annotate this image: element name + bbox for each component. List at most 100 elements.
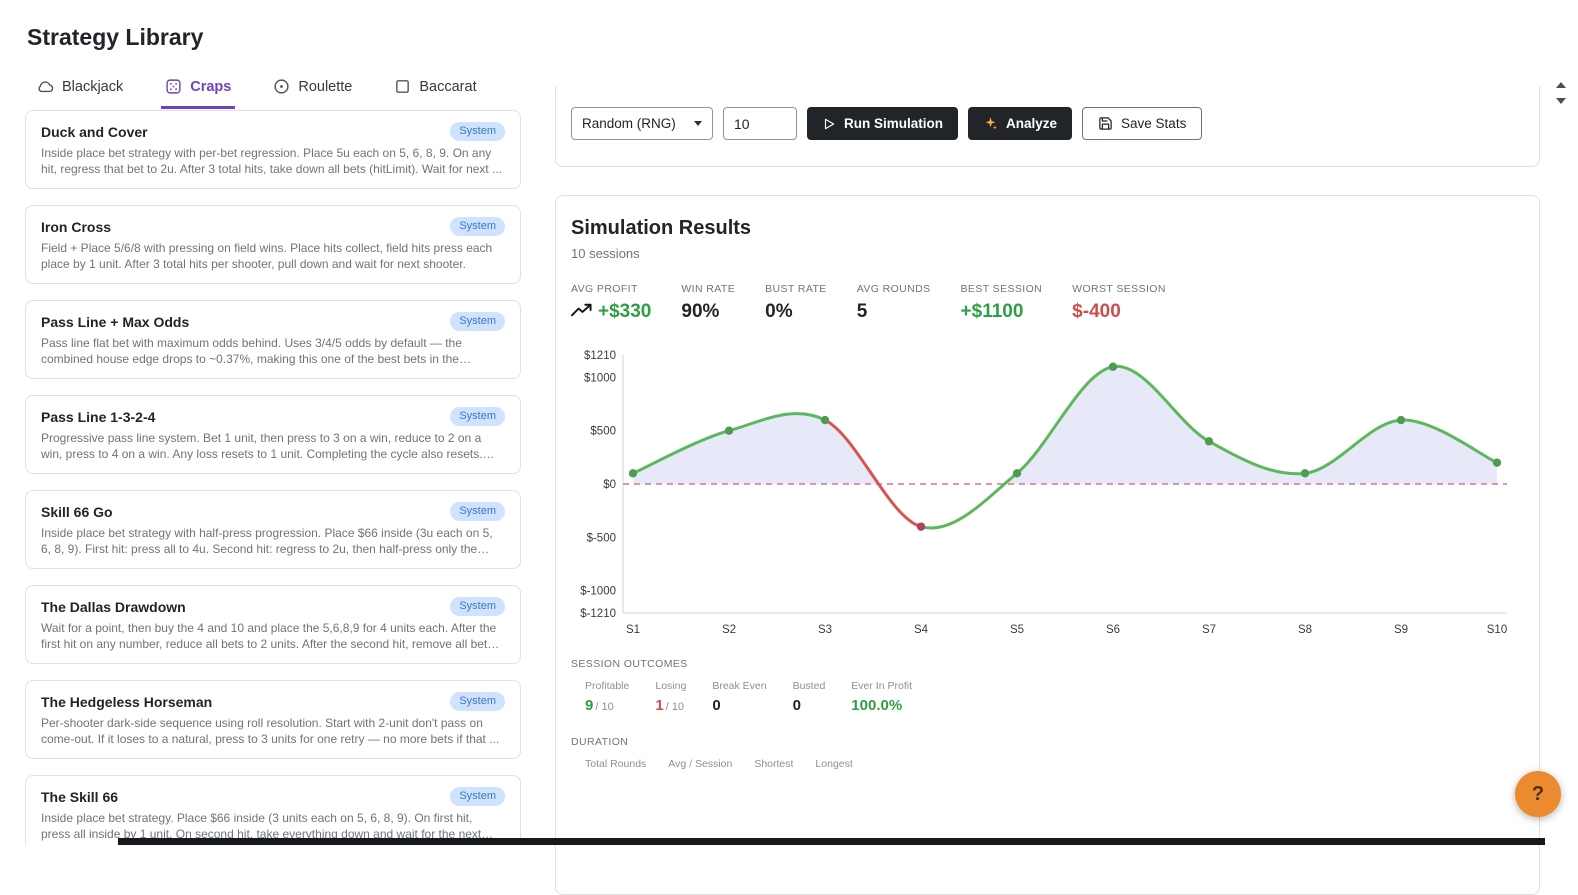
svg-text:S8: S8 xyxy=(1298,624,1312,636)
outcome-value-text: 0 xyxy=(792,697,801,714)
analyze-button[interactable]: Analyze xyxy=(968,107,1073,140)
results-subtitle: 10 sessions xyxy=(571,246,640,261)
outcome: Losing 1/ 10 xyxy=(655,680,686,714)
run-simulation-button[interactable]: Run Simulation xyxy=(807,107,958,140)
stat-label: BEST SESSION xyxy=(960,283,1043,295)
system-badge: System xyxy=(450,407,505,426)
svg-text:$0: $0 xyxy=(603,479,616,491)
svg-text:S9: S9 xyxy=(1394,624,1408,636)
stat: AVG PROFIT +$330 xyxy=(571,283,651,323)
run-simulation-label: Run Simulation xyxy=(844,116,943,131)
outcome-value-text: 100.0% xyxy=(851,697,903,714)
svg-text:S5: S5 xyxy=(1010,624,1024,636)
sessions-input[interactable] xyxy=(723,107,797,140)
system-badge: System xyxy=(450,502,505,521)
stat-value: 90% xyxy=(681,301,735,323)
strategy-card[interactable]: Pass Line 1-3-2-4 System Progressive pas… xyxy=(25,395,521,474)
svg-text:$1000: $1000 xyxy=(584,372,616,384)
strategy-card[interactable]: The Skill 66 System Inside place bet str… xyxy=(25,775,521,845)
strategy-description: Pass line flat bet with maximum odds beh… xyxy=(41,336,462,366)
strategy-description: Field + Place 5/6/8 with pressing on fie… xyxy=(41,241,493,271)
stat-label: AVG ROUNDS xyxy=(856,283,931,295)
system-badge: System xyxy=(450,787,505,806)
strategy-card[interactable]: Pass Line + Max Odds System Pass line fl… xyxy=(25,300,521,379)
strategy-description: Inside place bet strategy with per-bet r… xyxy=(41,146,503,176)
strategy-card[interactable]: The Dallas Drawdown System Wait for a po… xyxy=(25,585,521,664)
stats-row: AVG PROFIT +$330 WIN RATE 90% BUST RATE … xyxy=(571,283,1524,323)
strategy-description: Per-shooter dark-side sequence using rol… xyxy=(41,716,500,746)
tab-label: Baccarat xyxy=(419,78,477,95)
duration-row: Total Rounds Avg / Session Shortest Longest xyxy=(571,758,1524,770)
svg-text:$500: $500 xyxy=(590,426,616,438)
svg-text:$-1000: $-1000 xyxy=(580,586,616,598)
system-badge: System xyxy=(450,692,505,711)
scrollbar-buttons xyxy=(1556,82,1566,104)
tab-roulette[interactable]: Roulette xyxy=(269,72,356,109)
analyze-label: Analyze xyxy=(1006,116,1058,131)
svg-text:S10: S10 xyxy=(1487,624,1507,636)
strategy-title: The Hedgeless Horseman xyxy=(41,693,213,710)
page-title: Strategy Library xyxy=(27,24,204,50)
strategy-card-head: The Skill 66 System xyxy=(41,787,505,806)
stat-value-text: $-400 xyxy=(1072,301,1121,322)
tab-craps[interactable]: Craps xyxy=(161,72,236,109)
scroll-up-icon[interactable] xyxy=(1556,82,1566,88)
outcome-label: Losing xyxy=(655,680,687,692)
strategy-card-head: Duck and Cover System xyxy=(41,122,505,141)
chart-wrap: $1210 $1000 $500 $0 $-500 $-1000 $-1210 S1 S2 S3 S… xyxy=(571,341,1524,646)
strategy-card-head: The Hedgeless Horseman System xyxy=(41,692,505,711)
trending-up-icon xyxy=(571,301,592,323)
system-badge: System xyxy=(450,312,505,331)
outcome-value: 100.0% xyxy=(851,697,912,714)
strategy-title: The Dallas Drawdown xyxy=(41,598,186,615)
strategy-card[interactable]: Skill 66 Go System Inside place bet stra… xyxy=(25,490,521,569)
save-stats-label: Save Stats xyxy=(1121,116,1187,131)
stat-value: $-400 xyxy=(1072,301,1166,323)
stat-label: BUST RATE xyxy=(765,283,827,295)
stat-label: AVG PROFIT xyxy=(571,283,638,295)
simulation-results-card: Simulation Results 10 sessions AVG PROFI… xyxy=(555,195,1540,895)
help-button[interactable]: ? xyxy=(1515,771,1561,817)
tab-blackjack[interactable]: Blackjack xyxy=(33,72,127,109)
outcome-suffix: / 10 xyxy=(595,701,614,713)
outcome: Ever In Profit 100.0% xyxy=(851,680,912,714)
strategy-card-head: Iron Cross System xyxy=(41,217,505,236)
tab-label: Roulette xyxy=(298,78,353,95)
stat-value-text: +$330 xyxy=(598,301,652,322)
cloud-icon xyxy=(37,78,54,95)
game-tabs: Blackjack Craps Roulette Baccarat xyxy=(33,72,481,109)
outcome-value-text: 1 xyxy=(655,697,664,714)
strategy-card-head: Pass Line + Max Odds System xyxy=(41,312,505,331)
save-stats-button[interactable]: Save Stats xyxy=(1082,107,1203,140)
results-title: Simulation Results xyxy=(571,217,752,239)
svg-text:$1210: $1210 xyxy=(584,350,616,362)
strategy-title: Pass Line + Max Odds xyxy=(41,313,190,330)
strategy-card[interactable]: Duck and Cover System Inside place bet s… xyxy=(25,110,521,189)
scroll-down-icon[interactable] xyxy=(1556,98,1566,104)
strategy-title: Skill 66 Go xyxy=(41,503,113,520)
outcome-value: 0 xyxy=(712,697,766,714)
outcome-label: Busted xyxy=(792,680,826,692)
strategy-title: Duck and Cover xyxy=(41,123,148,140)
svg-text:S6: S6 xyxy=(1106,624,1120,636)
outcome-value: 0 xyxy=(793,697,826,714)
stat-value-text: 0% xyxy=(765,301,793,322)
roll-source-value: Random (RNG) xyxy=(582,116,676,131)
stat-value-text: 5 xyxy=(856,301,868,322)
outcome-label: Ever In Profit xyxy=(851,680,912,692)
strategy-card[interactable]: The Hedgeless Horseman System Per-shoote… xyxy=(25,680,521,759)
svg-text:S4: S4 xyxy=(914,624,929,636)
tab-baccarat[interactable]: Baccarat xyxy=(390,72,480,109)
duration-label: Longest xyxy=(815,758,853,770)
tab-label: Craps xyxy=(190,78,232,95)
svg-text:S7: S7 xyxy=(1202,624,1216,636)
stat: WIN RATE 90% xyxy=(681,283,735,323)
roll-source-select[interactable]: Random (RNG) xyxy=(571,107,713,140)
outcome-suffix: / 10 xyxy=(665,701,685,713)
strategy-card[interactable]: Iron Cross System Field + Place 5/6/8 wi… xyxy=(25,205,521,284)
svg-text:S3: S3 xyxy=(818,624,832,636)
strategy-description: Inside place bet strategy with half-pres… xyxy=(41,526,493,556)
outcome-value-text: 0 xyxy=(712,697,721,714)
outcomes-row: Profitable 9/ 10 Losing 1/ 10 Break Even… xyxy=(571,680,1524,714)
duration-label: Total Rounds xyxy=(585,758,647,770)
